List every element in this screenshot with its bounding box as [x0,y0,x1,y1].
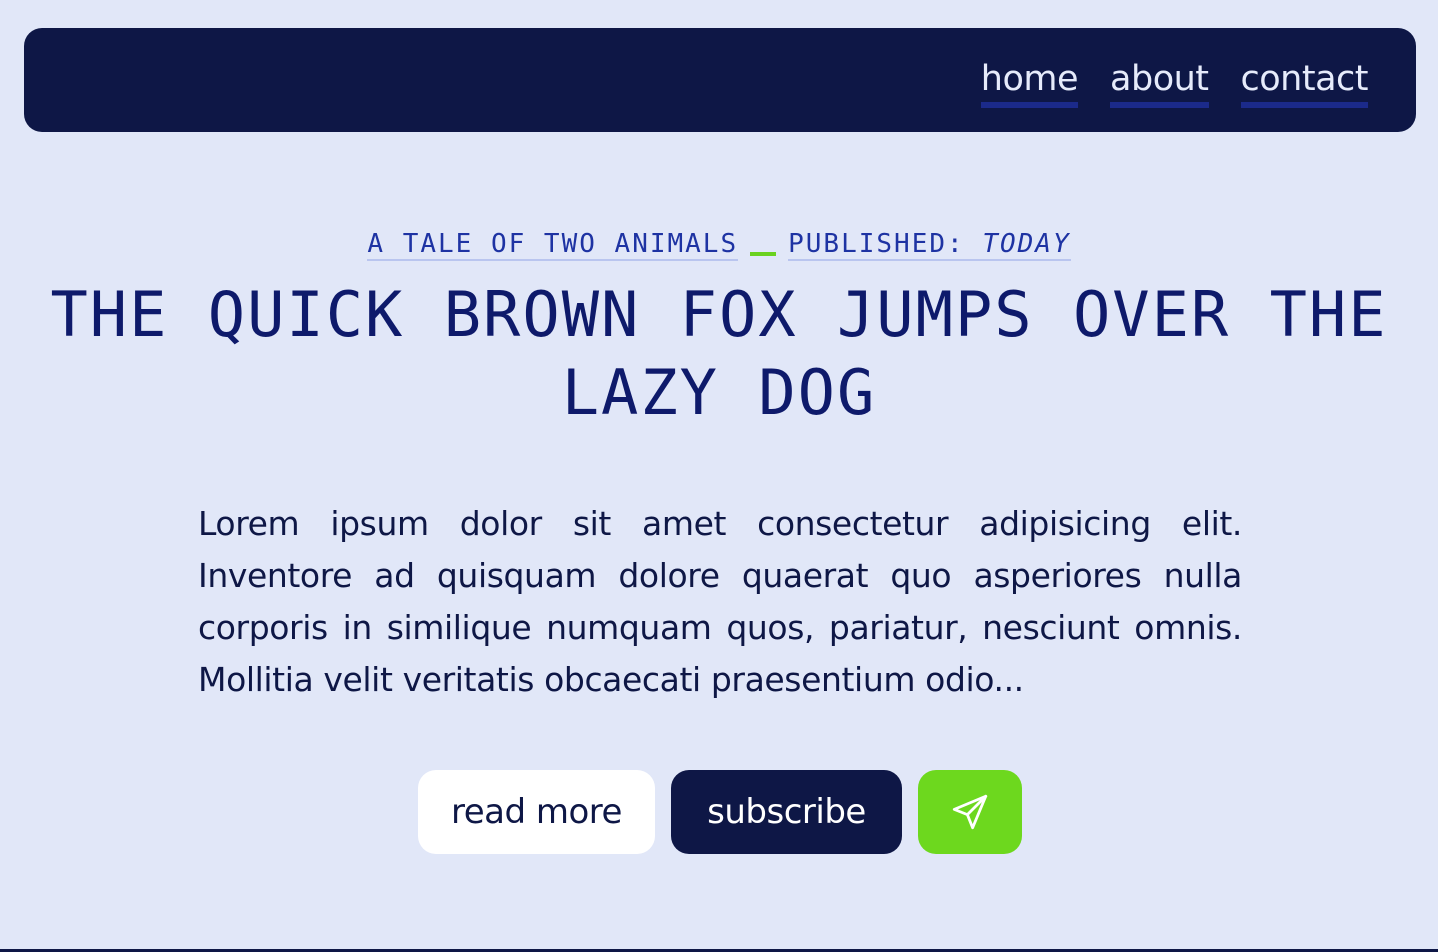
nav-link-about[interactable]: about [1110,58,1209,108]
read-more-button[interactable]: read more [418,770,655,854]
article-kicker: A TALE OF TWO ANIMALS [367,229,739,261]
send-button[interactable] [918,770,1022,854]
published-label: PUBLISHED: [788,229,965,259]
article-actions: read more subscribe [418,770,1022,854]
published-info: PUBLISHED: TODAY [788,229,1071,261]
top-navbar: home about contact [24,28,1416,132]
subscribe-button[interactable]: subscribe [671,770,902,854]
send-paper-plane-icon [952,794,988,830]
article-meta: A TALE OF TWO ANIMALS PUBLISHED: TODAY [0,226,1438,262]
nav-link-contact[interactable]: contact [1240,58,1369,108]
article-excerpt: Lorem ipsum dolor sit amet consectetur a… [198,504,1242,699]
meta-separator [750,252,777,256]
nav-links: home about contact [980,58,1369,108]
nav-link-home[interactable]: home [980,58,1079,108]
published-date: TODAY [982,229,1071,259]
article-title: THE QUICK BROWN FOX JUMPS OVER THE LAZY … [50,278,1388,429]
